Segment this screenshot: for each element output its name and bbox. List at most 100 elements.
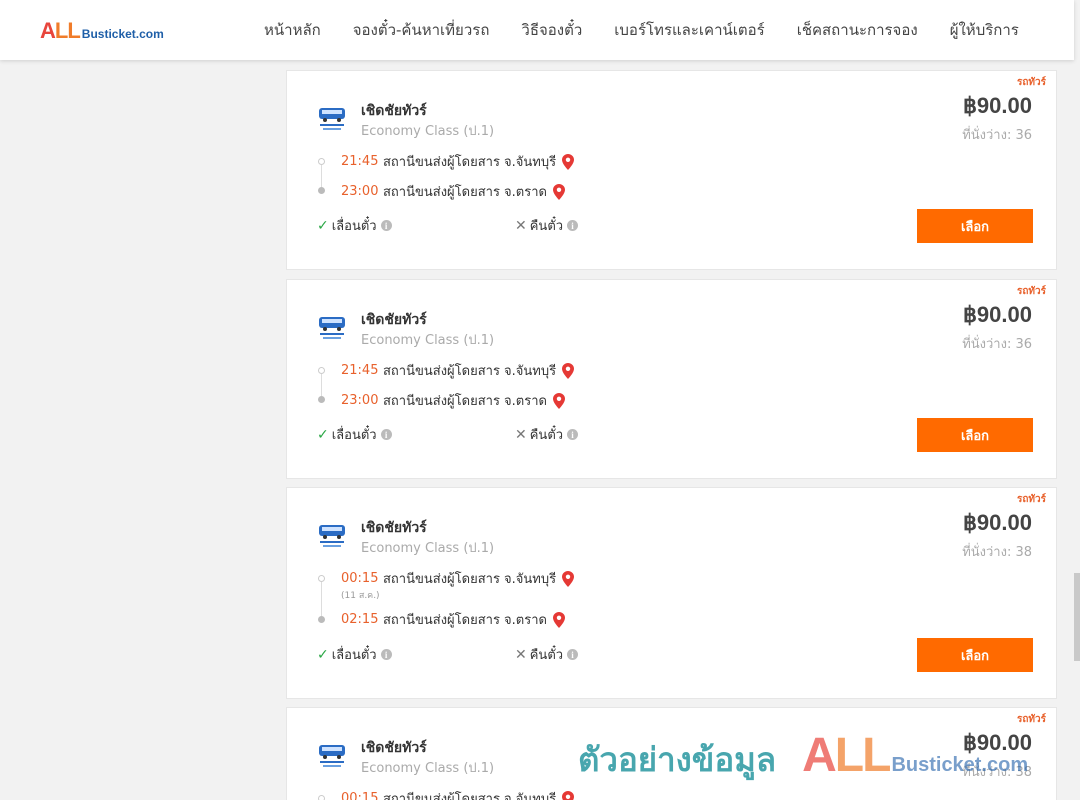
vehicle-type-tag: รถทัวร์ [1016,494,1046,505]
vehicle-type-tag: รถทัวร์ [1016,714,1046,725]
operator-name: เชิดชัยทัวร์ [361,312,427,328]
info-icon[interactable]: i [567,220,579,231]
timeline-end-dot [318,187,325,194]
bus-class: Economy Class (ป.1) [361,124,495,139]
info-icon[interactable]: i [567,649,579,660]
timeline-line [321,582,322,616]
arrival-station: สถานีขนส่งผู้โดยสาร จ.ตราด [383,185,547,200]
refund-option: ✕ คืนตั๋ว i [515,644,579,665]
refund-option: ✕ คืนตั๋ว i [515,424,579,445]
timeline-line [321,165,322,187]
departure-stop: 00:15 สถานีขนส่งผู้โดยสาร จ.จันทบุรี [341,568,575,589]
map-pin-icon[interactable] [562,570,575,587]
departure-station: สถานีขนส่งผู้โดยสาร จ.จันทบุรี [383,792,557,800]
departure-time: 21:45 [341,154,379,169]
scrollbar-thumb[interactable] [1074,573,1080,661]
departure-station: สถานีขนส่งผู้โดยสาร จ.จันทบุรี [383,572,557,587]
trip-card: รถทัวร์ เชิดชัยทัวร์ Economy Class (ป.1)… [286,70,1057,270]
trip-card: รถทัวร์ เชิดชัยทัวร์ Economy Class (ป.1)… [286,707,1057,800]
arrival-stop: 23:00 สถานีขนส่งผู้โดยสาร จ.ตราด [341,181,565,202]
ticket-price: ฿90.00 [962,510,1032,535]
select-trip-button[interactable]: เลือก [917,418,1033,452]
map-pin-icon[interactable] [562,362,575,379]
arrival-time: 23:00 [341,184,379,199]
reschedule-label: เลื่อนตั๋ว [331,428,377,443]
timeline-start-dot [318,367,325,374]
cross-icon: ✕ [515,217,527,234]
reschedule-option: ✓ เลื่อนตั๋ว i [317,215,392,236]
select-trip-button[interactable]: เลือก [917,638,1033,672]
bus-class: Economy Class (ป.1) [361,541,495,556]
info-icon[interactable]: i [380,649,392,660]
operator-name: เชิดชัยทัวร์ [361,103,427,119]
map-pin-icon[interactable] [562,790,575,800]
map-pin-icon[interactable] [552,392,565,409]
operator-name: เชิดชัยทัวร์ [361,740,427,756]
nav-book-search[interactable]: จองตั๋ว-ค้นหาเที่ยวรถ [353,18,490,42]
ticket-price: ฿90.00 [962,302,1032,327]
seats-available: ที่นั่งว่าง: 36 [962,128,1032,143]
arrival-station: สถานีขนส่งผู้โดยสาร จ.ตราด [383,394,547,409]
seats-available: ที่นั่งว่าง: 38 [962,545,1032,560]
bus-operator-logo-icon [319,108,345,130]
nav-providers[interactable]: ผู้ให้บริการ [950,18,1019,42]
refund-label: คืนตั๋ว [529,648,564,663]
map-pin-icon[interactable] [552,183,565,200]
check-icon: ✓ [317,426,329,443]
departure-time: 21:45 [341,363,379,378]
departure-station: สถานีขนส่งผู้โดยสาร จ.จันทบุรี [383,364,557,379]
reschedule-label: เลื่อนตั๋ว [331,648,377,663]
info-icon[interactable]: i [567,429,579,440]
nav-home[interactable]: หน้าหลัก [264,18,321,42]
vehicle-type-tag: รถทัวร์ [1016,286,1046,297]
timeline-start-dot [318,795,325,800]
nav-how-to-book[interactable]: วิธีจองตั๋ว [521,18,582,42]
timeline-start-dot [318,158,325,165]
info-icon[interactable]: i [380,220,392,231]
site-logo[interactable]: ALL Busticket.com [40,18,164,44]
reschedule-label: เลื่อนตั๋ว [331,219,377,234]
page-scrollbar[interactable] [1074,0,1080,800]
timeline-end-dot [318,396,325,403]
bus-class: Economy Class (ป.1) [361,333,495,348]
reschedule-option: ✓ เลื่อนตั๋ว i [317,644,392,665]
map-pin-icon[interactable] [552,611,565,628]
arrival-stop: 02:15 สถานีขนส่งผู้โดยสาร จ.ตราด [341,609,565,630]
bus-operator-logo-icon [319,525,345,547]
vehicle-type-tag: รถทัวร์ [1016,77,1046,88]
cross-icon: ✕ [515,426,527,443]
select-trip-button[interactable]: เลือก [917,209,1033,243]
departure-stop: 21:45 สถานีขนส่งผู้โดยสาร จ.จันทบุรี [341,151,575,172]
ticket-price: ฿90.00 [962,730,1032,755]
arrival-stop: 23:00 สถานีขนส่งผู้โดยสาร จ.ตราด [341,390,565,411]
info-icon[interactable]: i [380,429,392,440]
seats-available: ที่นั่งว่าง: 38 [962,765,1032,780]
departure-stop: 00:15 สถานีขนส่งผู้โดยสาร จ.จันทบุรี [341,788,575,800]
departure-date-note: (11 ส.ค.) [341,591,380,601]
check-icon: ✓ [317,217,329,234]
bus-operator-logo-icon [319,317,345,339]
trip-card: รถทัวร์ เชิดชัยทัวร์ Economy Class (ป.1)… [286,487,1057,699]
seats-available: ที่นั่งว่าง: 36 [962,337,1032,352]
timeline-start-dot [318,575,325,582]
timeline-line [321,374,322,396]
map-pin-icon[interactable] [562,153,575,170]
bus-class: Economy Class (ป.1) [361,761,495,776]
departure-time: 00:15 [341,791,379,800]
cross-icon: ✕ [515,646,527,663]
logo-all-text: ALL [40,18,81,43]
nav-phone-counters[interactable]: เบอร์โทรและเคาน์เตอร์ [614,18,764,42]
refund-label: คืนตั๋ว [529,219,564,234]
site-header: ALL Busticket.com หน้าหลัก จองตั๋ว-ค้นหา… [0,0,1074,60]
arrival-time: 02:15 [341,612,379,627]
check-icon: ✓ [317,646,329,663]
bus-operator-logo-icon [319,745,345,767]
departure-time: 00:15 [341,571,379,586]
main-nav: หน้าหลัก จองตั๋ว-ค้นหาเที่ยวรถ วิธีจองตั… [248,0,1035,60]
refund-option: ✕ คืนตั๋ว i [515,215,579,236]
reschedule-option: ✓ เลื่อนตั๋ว i [317,424,392,445]
departure-station: สถานีขนส่งผู้โดยสาร จ.จันทบุรี [383,155,557,170]
timeline-end-dot [318,616,325,623]
nav-booking-status[interactable]: เช็คสถานะการจอง [797,18,918,42]
arrival-station: สถานีขนส่งผู้โดยสาร จ.ตราด [383,613,547,628]
